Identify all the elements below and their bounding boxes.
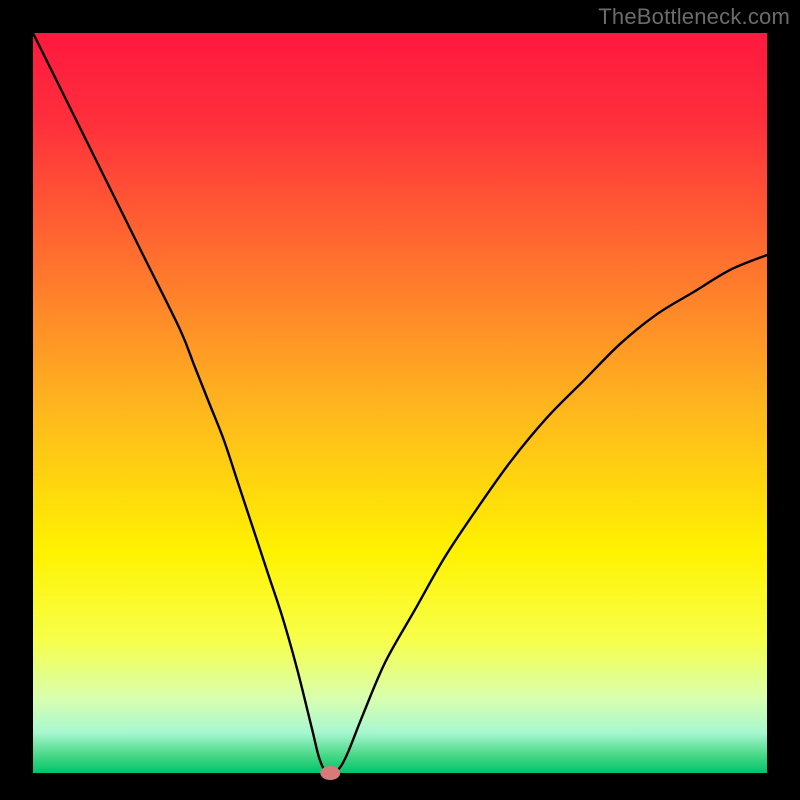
trough-marker bbox=[320, 766, 340, 780]
plot-area bbox=[33, 33, 767, 773]
bottleneck-chart bbox=[0, 0, 800, 800]
watermark-text: TheBottleneck.com bbox=[598, 4, 790, 30]
chart-container: TheBottleneck.com bbox=[0, 0, 800, 800]
